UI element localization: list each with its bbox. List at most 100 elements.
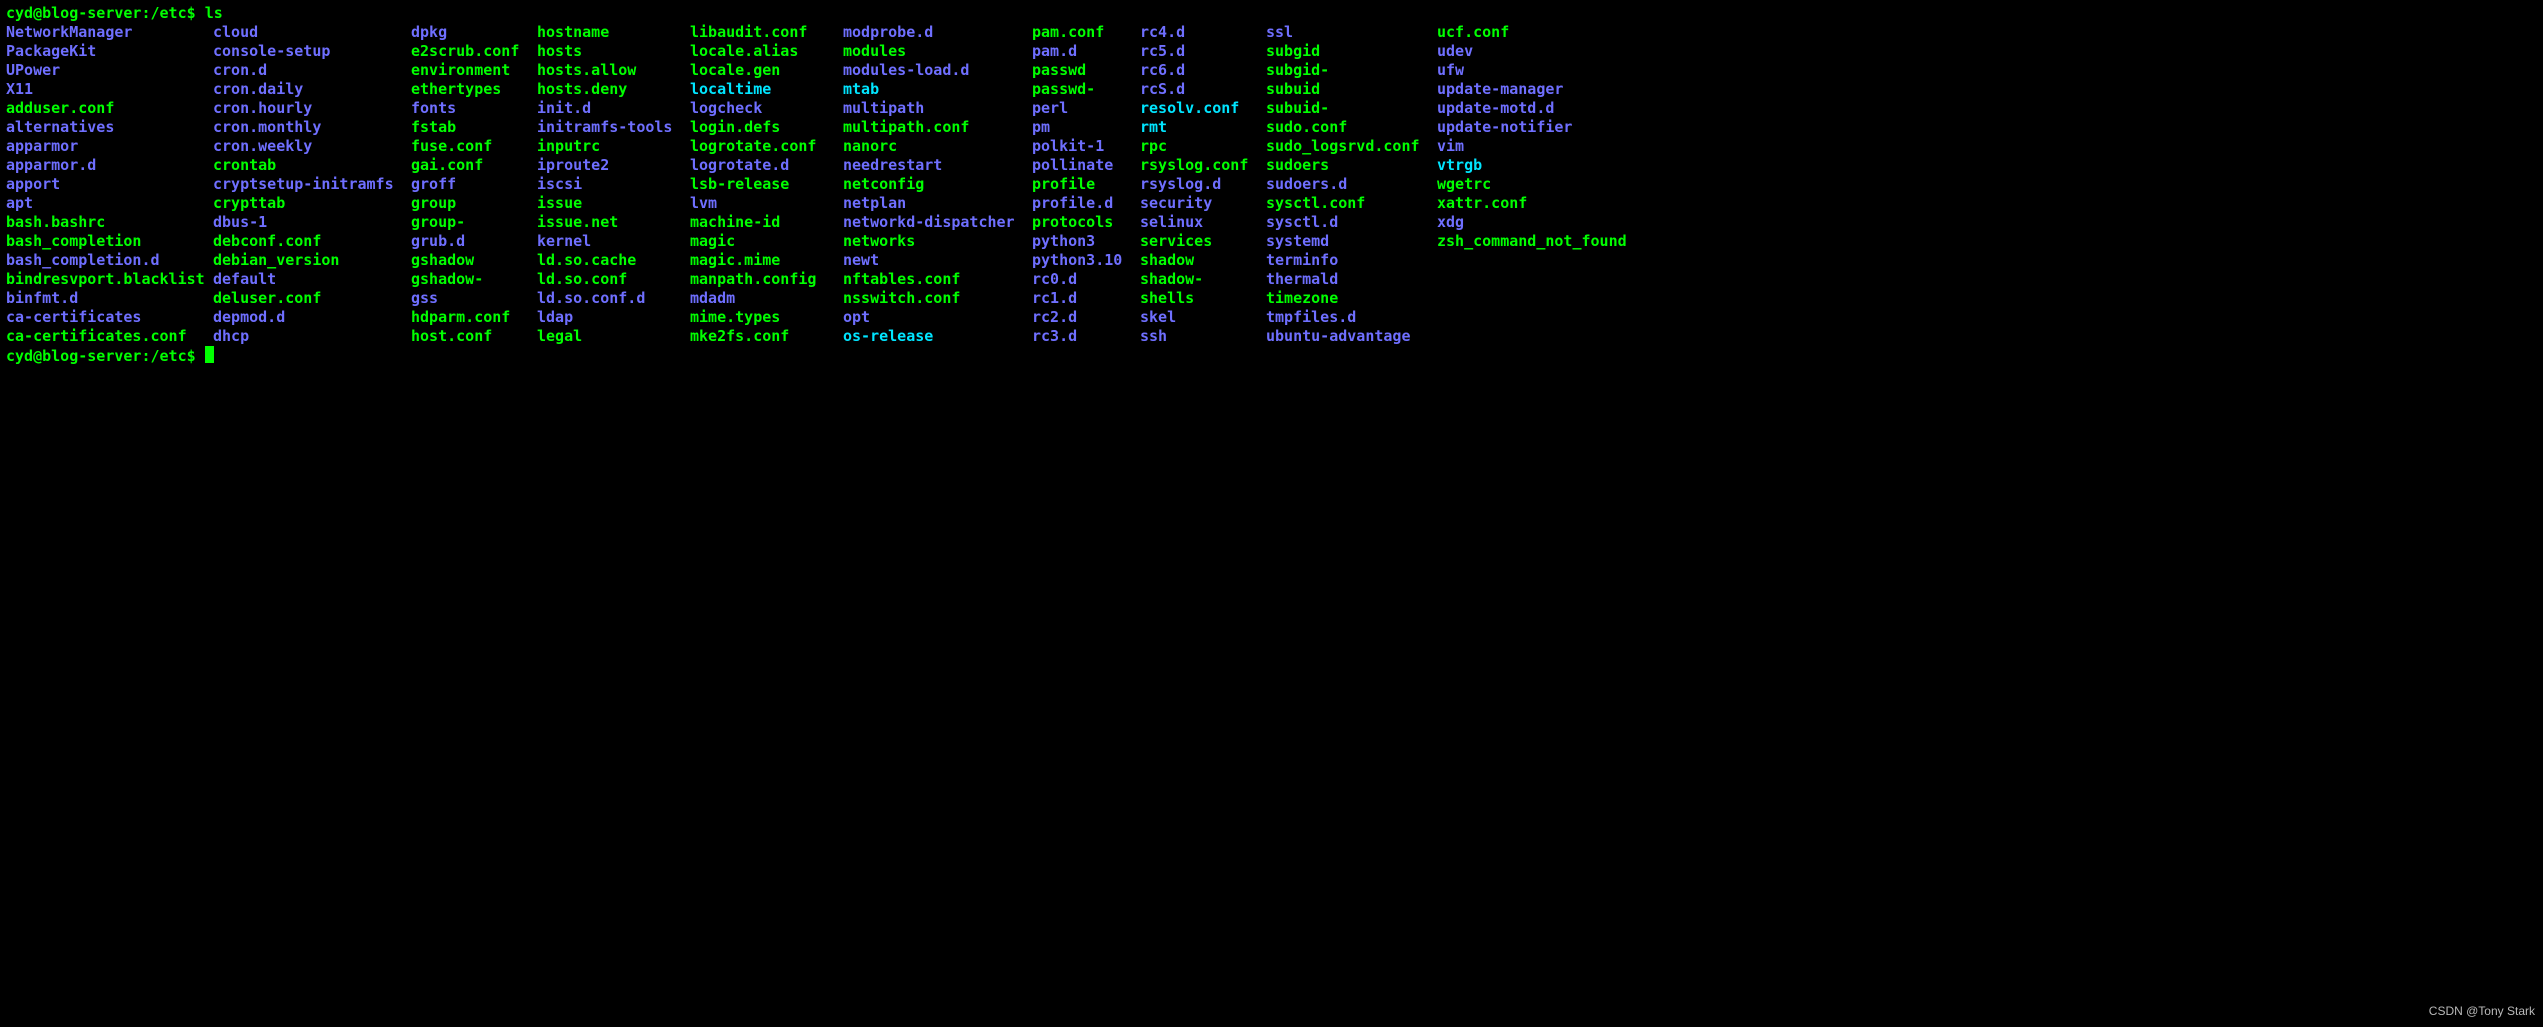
ls-entry: kernel <box>537 232 690 251</box>
ls-entry: sudo_logsrvd.conf <box>1266 137 1437 156</box>
ls-entry: libaudit.conf <box>690 23 843 42</box>
ls-entry: ca-certificates.conf <box>6 327 213 346</box>
ls-entry: rmt <box>1140 118 1266 137</box>
ls-entry: xdg <box>1437 213 1653 232</box>
ls-entry: dpkg <box>411 23 537 42</box>
ls-entry: cron.d <box>213 61 411 80</box>
ls-column: sslsubgidsubgid-subuidsubuid-sudo.confsu… <box>1266 23 1437 346</box>
ls-entry: logcheck <box>690 99 843 118</box>
ls-entry: resolv.conf <box>1140 99 1266 118</box>
ls-entry: mime.types <box>690 308 843 327</box>
ls-entry: sudo.conf <box>1266 118 1437 137</box>
ls-entry: mtab <box>843 80 1032 99</box>
ls-entry: update-motd.d <box>1437 99 1653 118</box>
ls-entry: ethertypes <box>411 80 537 99</box>
ls-column: dpkge2scrub.confenvironmentethertypesfon… <box>411 23 537 346</box>
ls-entry: vim <box>1437 137 1653 156</box>
ls-entry: subgid <box>1266 42 1437 61</box>
ls-entry: needrestart <box>843 156 1032 175</box>
ls-entry: ssh <box>1140 327 1266 346</box>
prompt-line-2[interactable]: cyd@blog-server:/etc$ <box>6 346 2537 366</box>
ls-entry: locale.gen <box>690 61 843 80</box>
ls-entry: protocols <box>1032 213 1140 232</box>
ls-entry: security <box>1140 194 1266 213</box>
ls-entry: skel <box>1140 308 1266 327</box>
ls-entry: group <box>411 194 537 213</box>
ls-entry: wgetrc <box>1437 175 1653 194</box>
ls-entry: PackageKit <box>6 42 213 61</box>
ls-entry: ldap <box>537 308 690 327</box>
ls-entry: multipath <box>843 99 1032 118</box>
ls-entry: binfmt.d <box>6 289 213 308</box>
ls-entry: services <box>1140 232 1266 251</box>
ls-entry: cron.monthly <box>213 118 411 137</box>
ls-entry: rcS.d <box>1140 80 1266 99</box>
ls-entry: subgid- <box>1266 61 1437 80</box>
ls-entry: ssl <box>1266 23 1437 42</box>
ls-entry: magic <box>690 232 843 251</box>
ls-entry: rsyslog.conf <box>1140 156 1266 175</box>
ls-column: pam.confpam.dpasswdpasswd-perlpmpolkit-1… <box>1032 23 1140 346</box>
ls-entry: bash_completion <box>6 232 213 251</box>
ls-entry: issue <box>537 194 690 213</box>
ls-entry: crontab <box>213 156 411 175</box>
ls-entry: passwd- <box>1032 80 1140 99</box>
ls-entry: environment <box>411 61 537 80</box>
ls-entry: UPower <box>6 61 213 80</box>
ls-entry: vtrgb <box>1437 156 1653 175</box>
ls-entry: timezone <box>1266 289 1437 308</box>
ls-entry: shells <box>1140 289 1266 308</box>
ls-entry: selinux <box>1140 213 1266 232</box>
ls-entry: apparmor.d <box>6 156 213 175</box>
ls-entry: rc2.d <box>1032 308 1140 327</box>
ls-entry: passwd <box>1032 61 1140 80</box>
ls-entry: bindresvport.blacklist <box>6 270 213 289</box>
ls-entry: ld.so.cache <box>537 251 690 270</box>
ls-entry: locale.alias <box>690 42 843 61</box>
cursor <box>205 346 214 363</box>
ls-entry: hosts.allow <box>537 61 690 80</box>
ls-entry: gshadow- <box>411 270 537 289</box>
ls-entry: logrotate.conf <box>690 137 843 156</box>
ls-entry: mke2fs.conf <box>690 327 843 346</box>
ls-entry: rc4.d <box>1140 23 1266 42</box>
ls-entry: hosts <box>537 42 690 61</box>
ls-entry: lvm <box>690 194 843 213</box>
ls-entry: pm <box>1032 118 1140 137</box>
ls-entry: shadow <box>1140 251 1266 270</box>
ls-entry: networkd-dispatcher <box>843 213 1032 232</box>
ls-entry: zsh_command_not_found <box>1437 232 1653 251</box>
ls-entry: NetworkManager <box>6 23 213 42</box>
ls-entry: default <box>213 270 411 289</box>
ls-entry: bash_completion.d <box>6 251 213 270</box>
ls-entry: networks <box>843 232 1032 251</box>
ls-entry: X11 <box>6 80 213 99</box>
ls-entry: udev <box>1437 42 1653 61</box>
ls-entry: bash.bashrc <box>6 213 213 232</box>
ls-entry: iproute2 <box>537 156 690 175</box>
ls-entry: gss <box>411 289 537 308</box>
prompt-userhostpath: cyd@blog-server:/etc$ <box>6 4 196 22</box>
ls-entry: ld.so.conf <box>537 270 690 289</box>
ls-entry: newt <box>843 251 1032 270</box>
ls-entry: rpc <box>1140 137 1266 156</box>
ls-entry: sudoers <box>1266 156 1437 175</box>
ls-entry: shadow- <box>1140 270 1266 289</box>
ls-entry: apport <box>6 175 213 194</box>
ls-column: cloudconsole-setupcron.dcron.dailycron.h… <box>213 23 411 346</box>
ls-entry: pollinate <box>1032 156 1140 175</box>
ls-entry: python3 <box>1032 232 1140 251</box>
ls-entry: modules <box>843 42 1032 61</box>
ls-entry: multipath.conf <box>843 118 1032 137</box>
ls-entry: grub.d <box>411 232 537 251</box>
ls-entry: dbus-1 <box>213 213 411 232</box>
ls-entry: tmpfiles.d <box>1266 308 1437 327</box>
ls-entry: iscsi <box>537 175 690 194</box>
ls-entry: rc1.d <box>1032 289 1140 308</box>
ls-entry: ucf.conf <box>1437 23 1653 42</box>
ls-entry: issue.net <box>537 213 690 232</box>
ls-entry: deluser.conf <box>213 289 411 308</box>
ls-entry: hostname <box>537 23 690 42</box>
ls-entry: apt <box>6 194 213 213</box>
ls-entry: profile.d <box>1032 194 1140 213</box>
